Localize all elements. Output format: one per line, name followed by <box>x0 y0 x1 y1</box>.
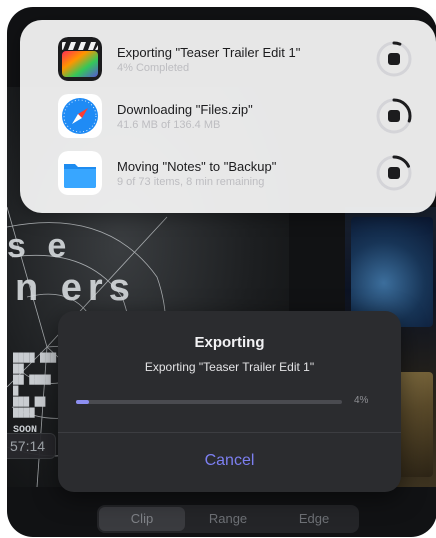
dialog-title: Exporting <box>194 334 265 351</box>
progress-item-export[interactable]: Exporting "Teaser Trailer Edit 1" 4% Com… <box>20 31 436 87</box>
progress-item-move[interactable]: Moving "Notes" to "Backup" 9 of 73 items… <box>20 145 436 201</box>
progress-item-title: Exporting "Teaser Trailer Edit 1" <box>117 45 301 60</box>
progress-item-subtitle: 41.6 MB of 136.4 MB <box>117 119 221 131</box>
progress-item-download[interactable]: Downloading "Files.zip" 41.6 MB of 136.4… <box>20 88 436 144</box>
segment-range[interactable]: Range <box>185 507 271 531</box>
dialog-subtitle: Exporting "Teaser Trailer Edit 1" <box>144 360 315 374</box>
cancel-button[interactable]: Cancel <box>58 433 401 492</box>
safari-icon <box>58 94 102 138</box>
segment-edge[interactable]: Edge <box>271 507 357 531</box>
stop-icon <box>388 167 400 179</box>
progress-item-subtitle: 4% Completed <box>117 62 190 74</box>
title-text-line-1: s e <box>7 227 73 265</box>
final-cut-pro-icon <box>58 37 102 81</box>
progress-item-subtitle: 9 of 73 items, 8 min remaining <box>117 176 265 188</box>
stop-progress-button[interactable] <box>373 38 415 80</box>
progress-item-title: Moving "Notes" to "Backup" <box>117 159 277 174</box>
files-folder-icon <box>58 151 102 195</box>
export-progress-fill <box>76 400 90 404</box>
stop-progress-button[interactable] <box>373 95 415 137</box>
title-text-line-2: n ers <box>15 267 136 309</box>
stop-icon <box>388 53 400 65</box>
export-percent-label: 4% <box>354 395 369 406</box>
stop-progress-button[interactable] <box>373 152 415 194</box>
stop-icon <box>388 110 400 122</box>
progress-item-title: Downloading "Files.zip" <box>117 102 253 117</box>
segment-clip[interactable]: Clip <box>99 507 185 531</box>
edit-mode-segmented-control[interactable]: Clip Range Edge <box>97 505 359 533</box>
export-progress-dialog: Exporting Exporting "Teaser Trailer Edit… <box>58 311 401 492</box>
export-progress-bar <box>76 400 342 404</box>
timecode-readout: 57:14 <box>7 433 57 459</box>
progress-list-panel: Exporting "Teaser Trailer Edit 1" 4% Com… <box>20 20 436 213</box>
